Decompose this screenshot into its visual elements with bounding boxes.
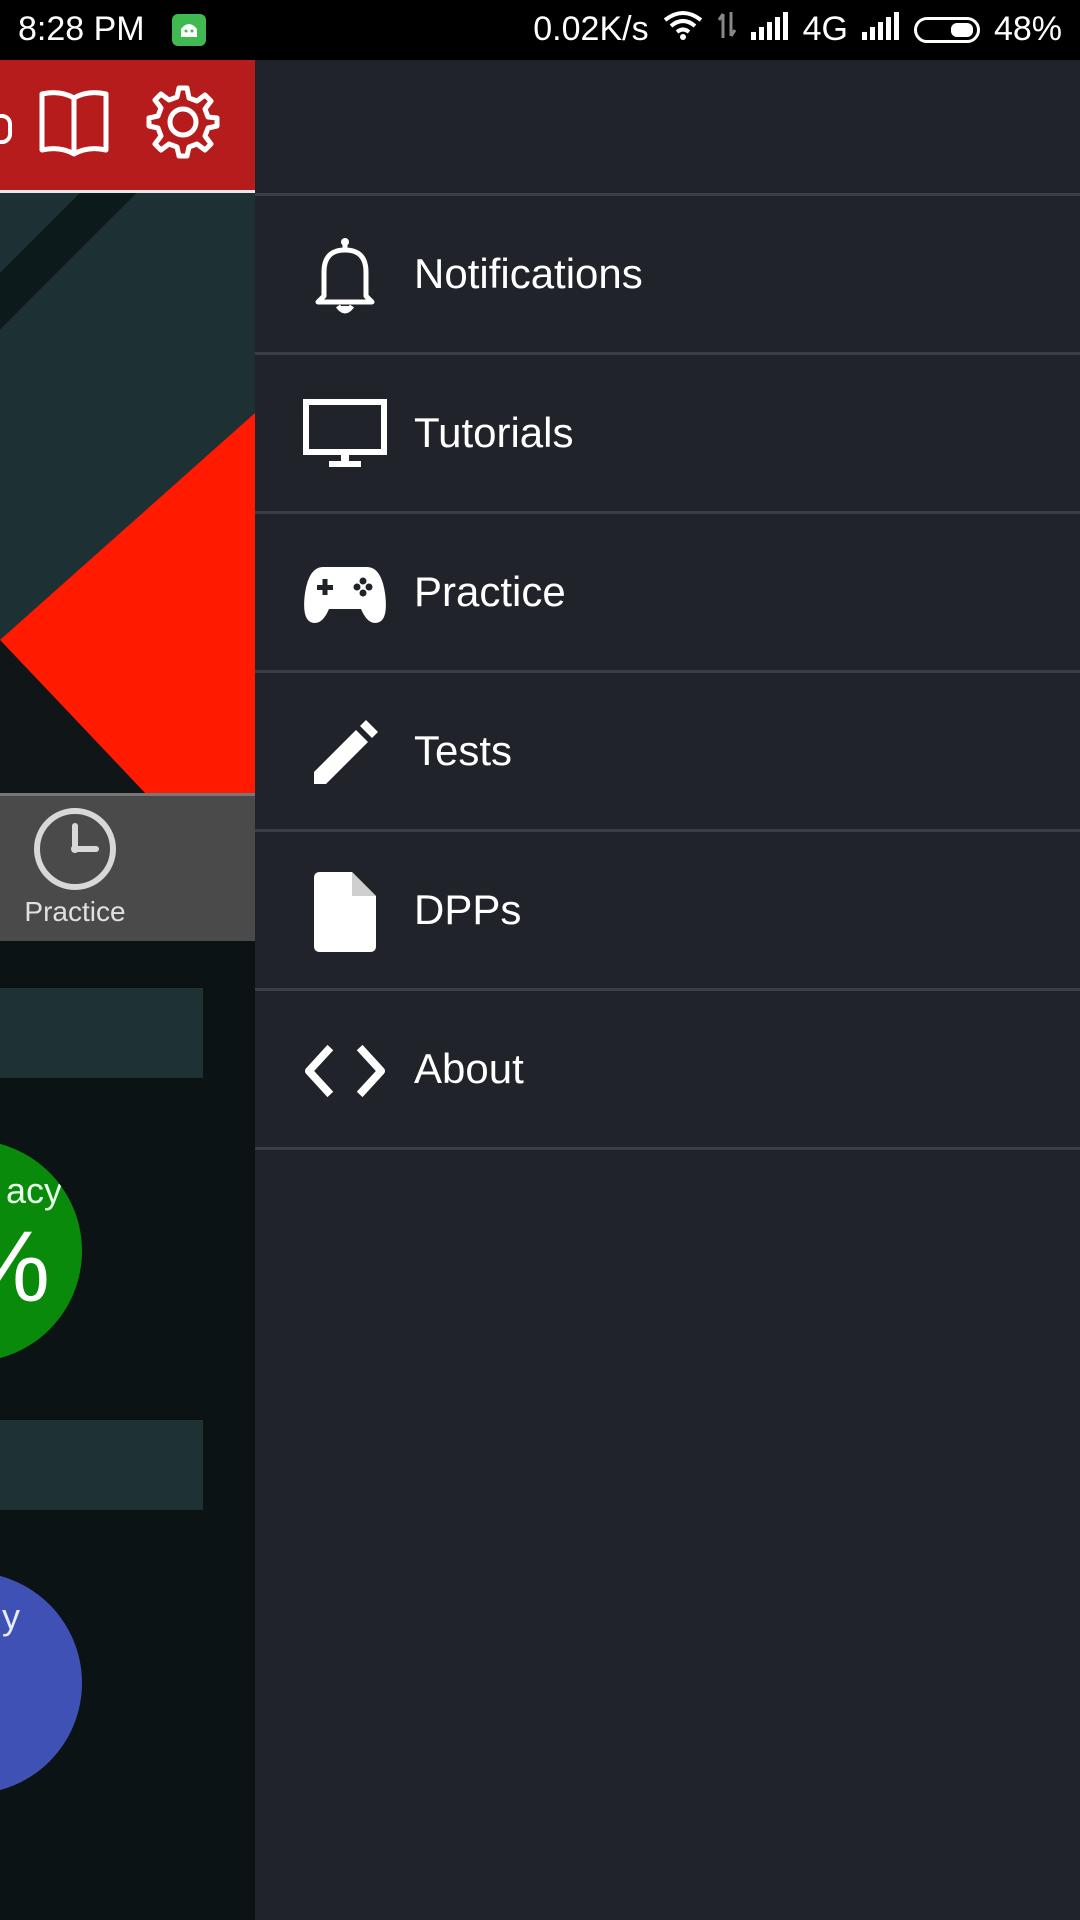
- accuracy-bubble: acy %: [0, 1140, 82, 1362]
- stat-card-bar-2: [0, 1420, 203, 1510]
- drawer-item-dpps[interactable]: DPPs: [255, 832, 1080, 991]
- android-notification-icon: [172, 14, 206, 46]
- monitor-icon: [303, 395, 387, 475]
- drawer-item-tutorials[interactable]: Tutorials: [255, 355, 1080, 514]
- drawer-item-label: Tests: [414, 727, 513, 774]
- accuracy-value: %: [0, 1210, 50, 1325]
- tab-practice-label[interactable]: Practice: [0, 896, 150, 928]
- drawer-item-label: Tutorials: [414, 409, 574, 456]
- data-transfer-icon: [717, 10, 737, 49]
- partial-icon: [0, 114, 12, 144]
- hero-banner: [0, 193, 255, 793]
- accuracy-label: acy: [5, 1170, 62, 1211]
- stat-card-bar: [0, 988, 203, 1078]
- banner-red-shape: [0, 413, 255, 793]
- book-icon[interactable]: [36, 84, 112, 165]
- battery-percent: 48%: [993, 10, 1062, 48]
- navigation-drawer: Notifications Tutorials Practice Tests D…: [255, 60, 1080, 1920]
- network-type: 4G: [802, 10, 848, 48]
- pencil-icon: [303, 713, 387, 793]
- drawer-item-about[interactable]: About: [255, 991, 1080, 1150]
- drawer-item-label: Notifications: [414, 250, 643, 297]
- clock-icon[interactable]: [32, 806, 118, 897]
- background-app: Practice acy % y: [0, 60, 255, 1920]
- bell-icon: [303, 236, 387, 316]
- battery-icon: [913, 16, 980, 43]
- drawer-header: [255, 60, 1080, 196]
- status-time: 8:28 PM: [18, 10, 145, 48]
- drawer-item-practice[interactable]: Practice: [255, 514, 1080, 673]
- code-icon: [303, 1031, 387, 1111]
- drawer-item-notifications[interactable]: Notifications: [255, 196, 1080, 355]
- status-bar: 8:28 PM 0.02K/s 4G 48%: [0, 0, 1080, 60]
- stat-bubble-blue: y: [0, 1572, 82, 1794]
- net-speed: 0.02K/s: [533, 10, 649, 48]
- signal-icon-2: [861, 10, 900, 49]
- document-icon: [303, 872, 387, 952]
- wifi-icon: [663, 10, 703, 49]
- drawer-menu: Notifications Tutorials Practice Tests D…: [255, 196, 1080, 1150]
- drawer-item-label: DPPs: [414, 886, 522, 933]
- signal-icon: [750, 10, 789, 49]
- drawer-item-label: Practice: [414, 568, 566, 615]
- drawer-item-label: About: [414, 1045, 524, 1092]
- gamepad-icon: [303, 554, 387, 634]
- bottom-tab-bar: Practice: [0, 793, 255, 941]
- drawer-item-tests[interactable]: Tests: [255, 673, 1080, 832]
- settings-gear-icon[interactable]: [145, 84, 221, 165]
- app-toolbar: [0, 60, 255, 193]
- blue-bubble-label: y: [2, 1596, 20, 1637]
